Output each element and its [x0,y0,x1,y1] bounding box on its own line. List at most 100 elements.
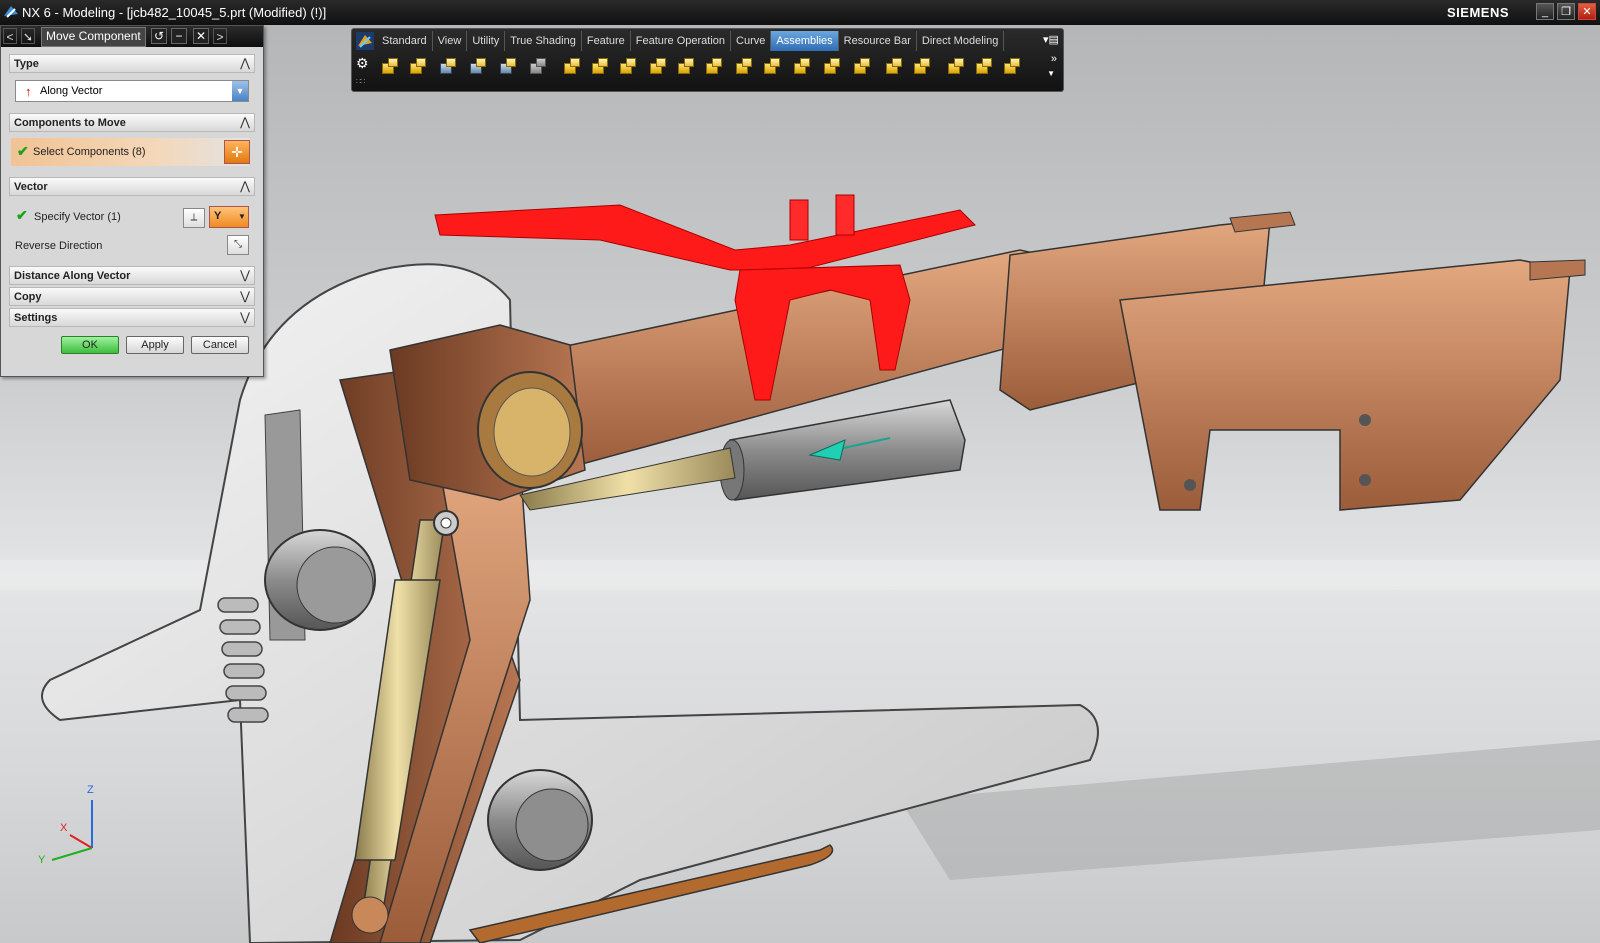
tab-feature[interactable]: Feature [582,31,631,51]
open-assembly-icon[interactable] [380,57,400,77]
toolbar-tabs: Standard View Utility True Shading Feature Fe… [377,31,1005,51]
chevron-up-icon[interactable]: ⋀ [240,115,250,129]
check-icon: ✔ [16,207,28,223]
nx-logo-icon[interactable] [356,32,374,50]
close-window-button[interactable]: ✕ [1578,3,1596,20]
apply-button[interactable]: Apply [126,336,184,354]
section-type[interactable]: Type ⋀ [9,54,255,73]
coordinate-triad: Z X Y [30,784,110,880]
add-component-icon[interactable] [562,57,582,77]
close-dialog-button[interactable]: ✕ [193,28,209,44]
move-component-icon[interactable] [734,57,754,77]
tab-assemblies[interactable]: Assemblies [771,31,839,51]
tab-resource-bar[interactable]: Resource Bar [839,31,917,51]
bracket-hole [1359,474,1371,486]
frame-bracket[interactable] [1119,259,1571,511]
new-parent-icon[interactable] [618,57,638,77]
dropdown-arrow-icon[interactable]: ▼ [232,81,248,101]
knob-upper[interactable] [264,529,376,631]
x-axis-label: X [60,822,68,834]
chevron-down-icon[interactable]: ⋁ [240,310,250,324]
section-distance[interactable]: Distance Along Vector ⋁ [9,266,255,285]
component-constraints-icon[interactable] [468,57,488,77]
replace-component-icon[interactable] [704,57,724,77]
assembly-constraints-icon[interactable] [762,57,782,77]
dialog-title: Move Component [41,27,146,47]
tab-curve[interactable]: Curve [731,31,772,51]
dialog-header: < ➘ Move Component ↺ − ✕ > [1,26,263,47]
sequence-icon[interactable] [852,57,872,77]
type-select[interactable]: ↑ Along Vector ▼ [15,80,249,102]
tab-utility[interactable]: Utility [467,31,506,51]
new-component-icon[interactable] [590,57,610,77]
ribbon-toolbar: Standard View Utility True Shading Feature Fe… [351,28,1064,92]
wrap-assembly-icon[interactable] [974,57,994,77]
cancel-button[interactable]: Cancel [191,336,249,354]
siemens-logo: SIEMENS [1447,5,1510,20]
chevron-up-icon[interactable]: ⋀ [240,56,250,70]
promote-body-icon[interactable] [1002,57,1022,77]
clearance-analysis-icon[interactable] [884,57,904,77]
type-select-value: Along Vector [40,85,103,97]
tab-direct-modeling[interactable]: Direct Modeling [917,31,1005,51]
vector-axis-label: Y [214,210,222,222]
ok-button[interactable]: OK [61,336,119,354]
y-axis-label: Y [38,854,46,866]
section-type-label: Type [14,58,39,70]
section-vector[interactable]: Vector ⋀ [9,177,255,196]
tab-feature-operation[interactable]: Feature Operation [631,31,732,51]
gear-icon[interactable]: ⚙ [356,55,369,72]
chevron-up-icon[interactable]: ⋀ [240,179,250,193]
exploded-view-icon[interactable] [912,57,932,77]
section-components-label: Components to Move [14,117,126,129]
wave-linker-icon[interactable] [498,57,518,77]
vector-dialog-button[interactable]: ⟂ [183,208,205,228]
pointer-icon[interactable]: ➘ [21,28,35,44]
back-button[interactable]: < [3,28,17,44]
remember-constraints-icon[interactable] [822,57,842,77]
reverse-direction-label: Reverse Direction [15,240,103,252]
vector-selector-button[interactable]: Y ▼ [209,206,249,228]
section-settings-label: Settings [14,312,58,324]
restore-button[interactable]: ❐ [1557,3,1575,20]
z-axis-label: Z [87,784,94,796]
collapse-button[interactable]: − [171,28,187,44]
assembly-navigator-icon[interactable] [438,57,458,77]
dropdown-arrow-icon[interactable]: ▼ [236,207,248,227]
reference-set-icon[interactable] [528,57,548,77]
chevron-down-icon[interactable]: ⋁ [240,289,250,303]
specify-vector-label: Specify Vector (1) [34,211,121,223]
triad-axes [51,800,93,861]
load-part-icon[interactable] [408,57,428,77]
more-tools-icon[interactable]: » [1051,53,1057,65]
check-icon: ✔ [17,143,29,159]
section-settings[interactable]: Settings ⋁ [9,308,255,327]
select-components-row[interactable]: ✔ Select Components (8) ✛ [11,138,250,166]
mirror-assembly-icon[interactable] [676,57,696,77]
mount-tab [1229,211,1296,233]
chevron-down-icon[interactable]: ▼ [1047,69,1055,78]
forward-button[interactable]: > [213,28,227,44]
reset-button[interactable]: ↺ [151,28,167,44]
nx-app-icon [4,6,18,18]
toolbar-menu-icon[interactable]: ▾▤ [1043,33,1059,47]
vector-arrow-icon: ↑ [25,84,32,99]
chevron-down-icon[interactable]: ⋁ [240,268,250,282]
reverse-direction-button[interactable]: ⤡ [227,235,249,255]
knob-lower[interactable] [487,769,593,871]
minimize-button[interactable]: _ [1536,3,1554,20]
show-degrees-freedom-icon[interactable] [792,57,812,77]
select-component-button[interactable]: ✛ [224,140,250,164]
grip-icon[interactable]: ∷∷ [356,77,365,86]
assembly-cut-icon[interactable] [946,57,966,77]
tab-view[interactable]: View [433,31,468,51]
tab-true-shading[interactable]: True Shading [505,31,582,51]
bracket-hole [1184,479,1196,491]
create-array-icon[interactable] [648,57,668,77]
section-components[interactable]: Components to Move ⋀ [9,113,255,132]
section-copy[interactable]: Copy ⋁ [9,287,255,306]
tab-standard[interactable]: Standard [377,31,433,51]
title-bar: NX 6 - Modeling - [jcb482_10045_5.prt (M… [0,0,1600,25]
pivot-block[interactable] [389,324,586,501]
bracket-hole [1359,414,1371,426]
